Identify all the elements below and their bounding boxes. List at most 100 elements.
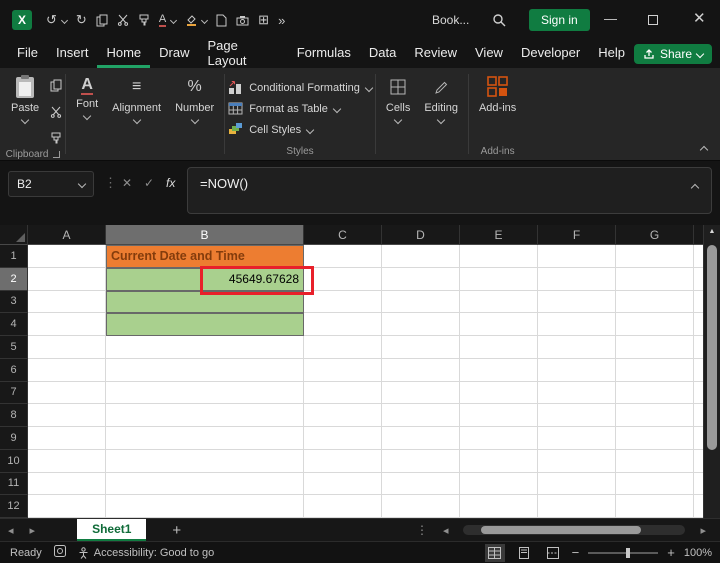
sheet-nav-right-icon[interactable]: ▸: [22, 524, 44, 537]
scroll-left-icon[interactable]: ◂: [435, 524, 457, 537]
tab-help[interactable]: Help: [589, 40, 634, 68]
undo-menu-chevron-icon[interactable]: [60, 16, 68, 24]
page-break-view-button[interactable]: [543, 544, 563, 562]
cell-D5[interactable]: [382, 336, 460, 359]
column-header-C[interactable]: C: [304, 225, 382, 245]
row-header-9[interactable]: 9: [0, 427, 28, 450]
column-header-F[interactable]: F: [538, 225, 616, 245]
cell-F9[interactable]: [538, 427, 616, 450]
cell-F3[interactable]: [538, 290, 616, 314]
cell-E9[interactable]: [460, 427, 538, 450]
clipboard-cut-button[interactable]: [50, 105, 62, 123]
cell-E2[interactable]: [460, 267, 538, 291]
fill-color-chevron-icon[interactable]: [201, 16, 209, 24]
camera-button[interactable]: [236, 15, 249, 26]
sheet-nav-left-icon[interactable]: ◂: [0, 524, 22, 537]
cell-C9[interactable]: [304, 427, 382, 450]
row-header-3[interactable]: 3: [0, 290, 28, 314]
cell-E4[interactable]: [460, 313, 538, 336]
tab-view[interactable]: View: [466, 40, 512, 68]
alignment-button[interactable]: ≡ Alignment: [105, 73, 168, 125]
clipboard-format-painter-button[interactable]: [50, 131, 62, 149]
cell-C3[interactable]: [304, 290, 382, 314]
row-header-2[interactable]: 2: [0, 267, 28, 291]
cell-G10[interactable]: [616, 449, 694, 473]
cell-F11[interactable]: [538, 472, 616, 496]
tab-developer[interactable]: Developer: [512, 40, 589, 68]
share-button[interactable]: Share: [633, 44, 712, 64]
zoom-level[interactable]: 100%: [684, 547, 712, 559]
cell-B5[interactable]: [106, 336, 304, 359]
cell-G2[interactable]: [616, 267, 694, 291]
cell-A3[interactable]: [28, 290, 106, 314]
macro-record-button[interactable]: [53, 545, 66, 560]
cell-D10[interactable]: [382, 449, 460, 473]
tab-formulas[interactable]: Formulas: [288, 40, 360, 68]
cell-styles-button[interactable]: Cell Styles: [228, 122, 372, 137]
cell-D6[interactable]: [382, 358, 460, 382]
cell-D9[interactable]: [382, 427, 460, 450]
name-box[interactable]: B2: [8, 171, 94, 197]
cell-G6[interactable]: [616, 358, 694, 382]
cell-A4[interactable]: [28, 313, 106, 336]
cell-A9[interactable]: [28, 427, 106, 450]
horizontal-scrollbar-thumb[interactable]: [481, 526, 642, 534]
cell-G9[interactable]: [616, 427, 694, 450]
tab-data[interactable]: Data: [360, 40, 405, 68]
cells-button[interactable]: Cells: [379, 73, 417, 125]
cell-G7[interactable]: [616, 381, 694, 405]
copy-button[interactable]: [96, 14, 108, 27]
column-header-B[interactable]: B: [106, 225, 304, 245]
zoom-slider[interactable]: [588, 547, 659, 558]
cell-C2[interactable]: [304, 267, 382, 291]
qat-overflow-button[interactable]: »: [278, 13, 285, 28]
add-sheet-button[interactable]: +: [172, 522, 181, 539]
cell-E7[interactable]: [460, 381, 538, 405]
formula-input[interactable]: =NOW(): [187, 167, 712, 214]
addins-button[interactable]: Add-ins: [472, 73, 523, 116]
zoom-in-button[interactable]: +: [667, 545, 675, 560]
cell-A12[interactable]: [28, 495, 106, 518]
search-button[interactable]: [492, 13, 506, 32]
cell-A7[interactable]: [28, 381, 106, 405]
accept-entry-button[interactable]: ✓: [144, 176, 154, 190]
normal-view-button[interactable]: [484, 543, 505, 562]
cell-C4[interactable]: [304, 313, 382, 336]
cell-C12[interactable]: [304, 495, 382, 518]
cell-B11[interactable]: [106, 472, 304, 496]
row-header-11[interactable]: 11: [0, 472, 28, 496]
tab-page-layout[interactable]: Page Layout: [199, 38, 288, 68]
cell-D2[interactable]: [382, 267, 460, 291]
redo-button[interactable]: ↻: [76, 12, 87, 28]
cancel-entry-button[interactable]: ✕: [122, 176, 132, 190]
cell-F7[interactable]: [538, 381, 616, 405]
zoom-slider-thumb[interactable]: [626, 547, 631, 558]
insert-function-button[interactable]: fx: [166, 176, 175, 190]
new-file-button[interactable]: [216, 14, 227, 27]
tab-file[interactable]: File: [8, 40, 47, 68]
scrollbar-dots-icon[interactable]: ⋮: [416, 523, 428, 537]
cell-D8[interactable]: [382, 404, 460, 427]
format-painter-button[interactable]: [138, 14, 150, 26]
tab-review[interactable]: Review: [405, 40, 466, 68]
cell-F2[interactable]: [538, 267, 616, 291]
cell-B9[interactable]: [106, 427, 304, 450]
cell-C7[interactable]: [304, 381, 382, 405]
cell-G4[interactable]: [616, 313, 694, 336]
cell-C10[interactable]: [304, 449, 382, 473]
tab-draw[interactable]: Draw: [150, 40, 198, 68]
select-all-button[interactable]: [0, 225, 28, 245]
cell-E6[interactable]: [460, 358, 538, 382]
cell-F4[interactable]: [538, 313, 616, 336]
cell-F10[interactable]: [538, 449, 616, 473]
cell-G8[interactable]: [616, 404, 694, 427]
font-color-button[interactable]: A: [158, 13, 167, 27]
cell-D12[interactable]: [382, 495, 460, 518]
cell-C1[interactable]: [304, 245, 382, 268]
vertical-scrollbar[interactable]: ▲: [703, 225, 720, 518]
cell-D3[interactable]: [382, 290, 460, 314]
cell-E8[interactable]: [460, 404, 538, 427]
cut-button[interactable]: [117, 14, 129, 26]
font-color-chevron-icon[interactable]: [170, 16, 178, 24]
cell-C8[interactable]: [304, 404, 382, 427]
